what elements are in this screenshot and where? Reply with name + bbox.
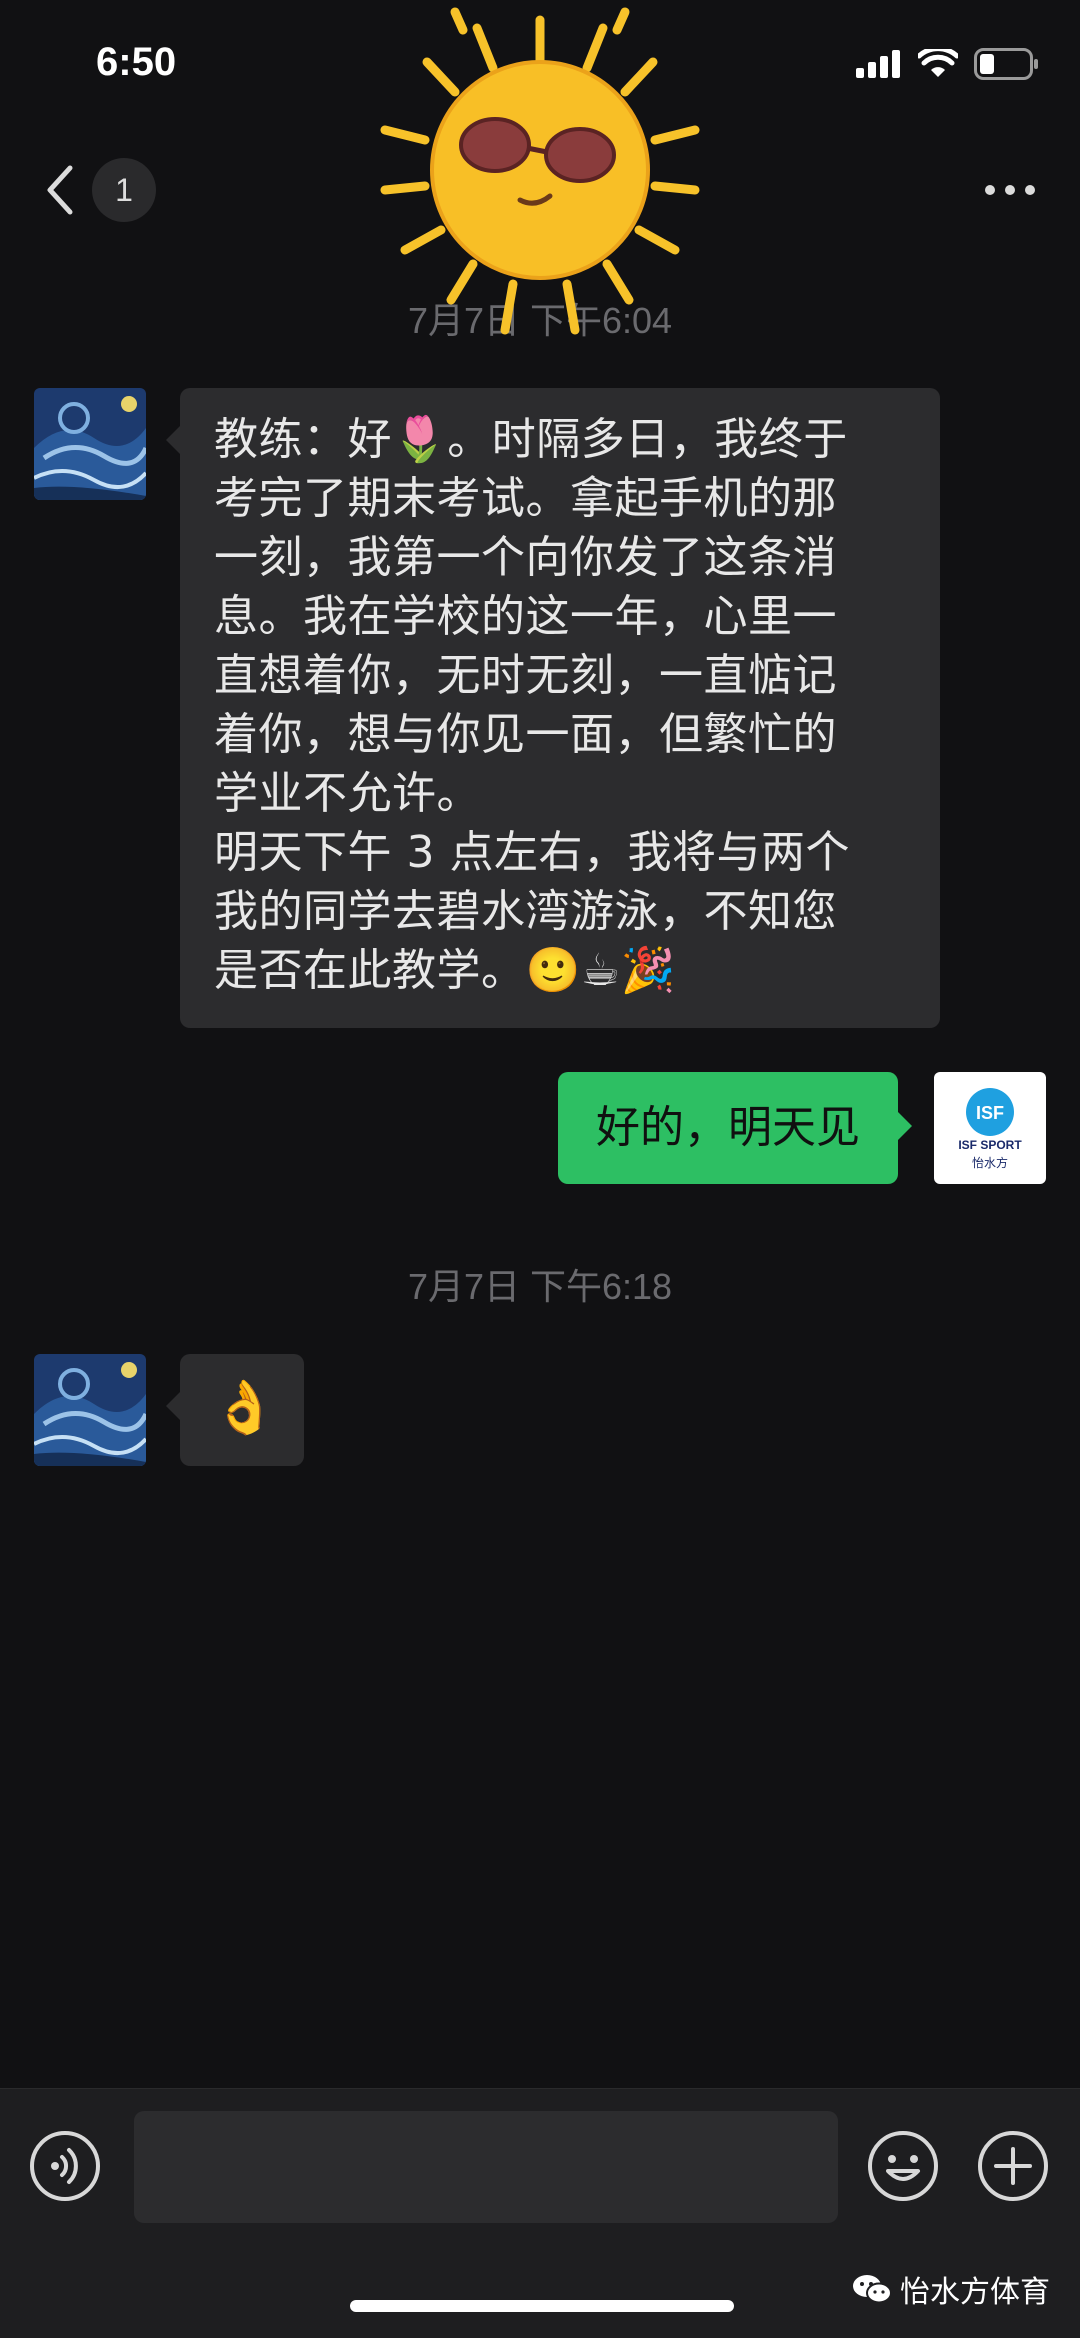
- wechat-icon: [853, 2275, 892, 2304]
- status-time: 6:50: [96, 40, 177, 84]
- message-line: 着你，想与你见一面，但繁忙的: [214, 709, 837, 760]
- self-avatar[interactable]: ISF ISF SPORT 怡水方: [934, 1072, 1046, 1184]
- message-line: 教练：好🌷。时隔多日，我终于: [214, 414, 848, 465]
- ok-hand-emoji: 👌: [212, 1378, 277, 1438]
- message-line: 学业不允许。: [214, 768, 481, 819]
- brand-name-cn: 怡水方: [971, 1156, 1008, 1170]
- incoming-emoji-bubble[interactable]: 👌: [166, 1354, 304, 1466]
- sun-sunglasses-sticker-icon: [380, 7, 700, 335]
- starry-night-avatar-icon: [34, 1354, 146, 1466]
- svg-text:ISF: ISF: [976, 1103, 1004, 1123]
- incoming-message-bubble[interactable]: 教练：好🌷。时隔多日，我终于 考完了期末考试。拿起手机的那 一刻，我第一个向你发…: [166, 388, 940, 1028]
- status-icons: [856, 48, 1040, 80]
- wifi-icon: [918, 49, 958, 77]
- brand-name-en: ISF SPORT: [958, 1138, 1022, 1152]
- watermark: 怡水方体育: [852, 2267, 1050, 2311]
- contact-avatar[interactable]: [34, 1354, 146, 1466]
- message-line: 直想着你，无时无刻，一直惦记: [214, 650, 837, 701]
- battery-icon: [974, 48, 1038, 80]
- back-chevron-icon[interactable]: [40, 160, 80, 220]
- outgoing-message-bubble[interactable]: 好的，明天见: [558, 1072, 912, 1184]
- message-line: 我的同学去碧水湾游泳，不知您: [214, 886, 837, 937]
- home-indicator[interactable]: [350, 2300, 734, 2312]
- message-line: 一刻，我第一个向你发了这条消: [214, 532, 837, 583]
- message-input[interactable]: [134, 2111, 838, 2223]
- message-line: 息。我在学校的这一年，心里一: [214, 591, 837, 642]
- watermark-text: 怡水方体育: [900, 2275, 1050, 2310]
- voice-icon[interactable]: [28, 2129, 102, 2203]
- message-line: 明天下午 3 点左右，我将与两个: [214, 827, 850, 878]
- cellular-signal-icon: [856, 50, 900, 78]
- contact-avatar[interactable]: [34, 388, 146, 500]
- plus-icon[interactable]: [976, 2129, 1050, 2203]
- starry-night-avatar-icon: [34, 388, 146, 500]
- more-options-icon[interactable]: [980, 170, 1040, 210]
- timestamp: 7月7日 下午6:18: [407, 1266, 673, 1307]
- message-line: 考完了期末考试。拿起手机的那: [214, 473, 837, 524]
- message-line: 是否在此教学。🙂☕🎉: [214, 945, 677, 996]
- unread-badge[interactable]: 1: [92, 158, 156, 222]
- emoji-icon[interactable]: [866, 2129, 940, 2203]
